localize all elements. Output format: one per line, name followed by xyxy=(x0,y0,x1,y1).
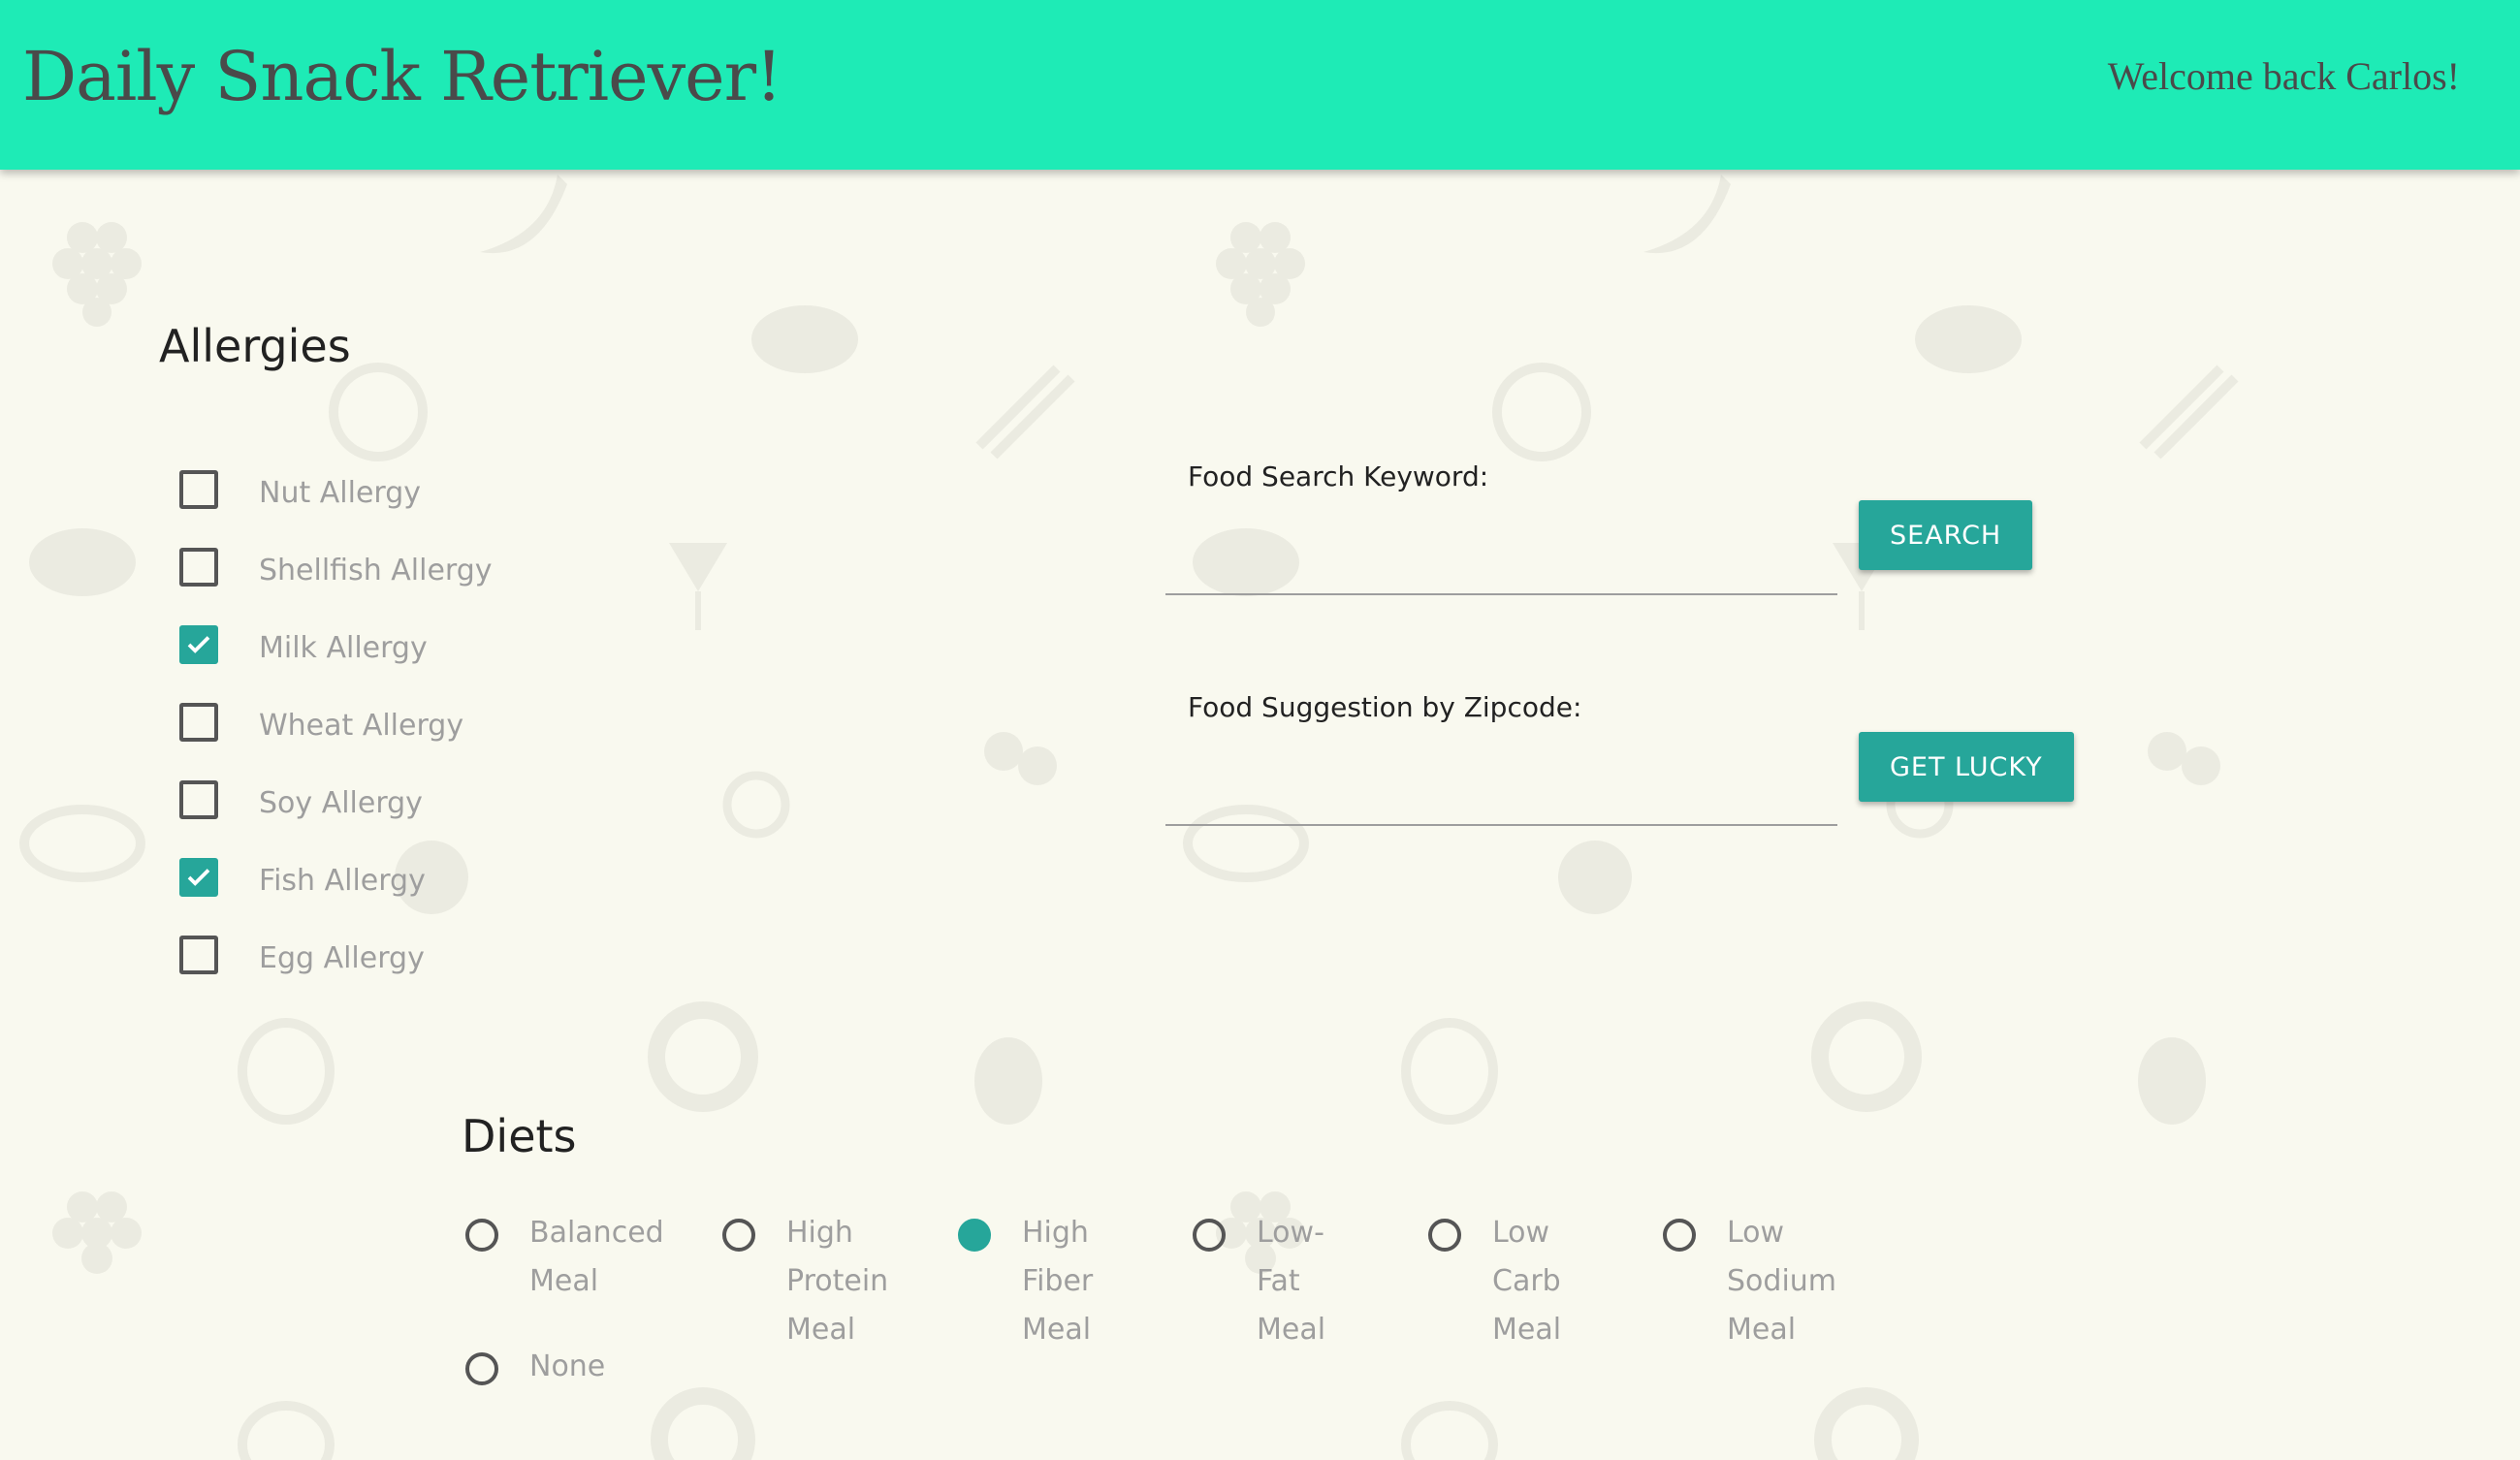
allergies-heading: Allergies xyxy=(159,320,351,372)
none-radio[interactable] xyxy=(465,1352,498,1385)
allergy-option-wheat[interactable]: Wheat Allergy xyxy=(179,686,493,764)
diet-option-none[interactable]: None xyxy=(465,1349,605,1391)
zipcode-label: Food Suggestion by Zipcode: xyxy=(1188,691,1582,723)
diet-option-high-protein[interactable]: High Protein Meal xyxy=(722,1216,888,1354)
diet-label: High Protein Meal xyxy=(786,1209,888,1354)
high-protein-meal-radio[interactable] xyxy=(722,1219,755,1252)
low-carb-meal-radio[interactable] xyxy=(1428,1219,1461,1252)
allergy-label: Wheat Allergy xyxy=(259,708,464,743)
low-sodium-meal-radio[interactable] xyxy=(1663,1219,1696,1252)
allergy-option-nut[interactable]: Nut Allergy xyxy=(179,454,493,531)
allergy-label: Shellfish Allergy xyxy=(259,553,493,587)
fish-allergy-checkbox[interactable] xyxy=(179,858,218,897)
allergy-label: Egg Allergy xyxy=(259,940,425,975)
diet-option-low-carb[interactable]: Low Carb Meal xyxy=(1428,1216,1561,1354)
diet-label: None xyxy=(529,1343,605,1391)
checkmark-icon xyxy=(187,869,210,886)
allergy-label: Nut Allergy xyxy=(259,475,422,510)
diet-label-line: Sodium xyxy=(1727,1264,1837,1298)
egg-allergy-checkbox[interactable] xyxy=(179,936,218,974)
app-header: Daily Snack Retriever! Welcome back Carl… xyxy=(0,0,2520,170)
high-fiber-meal-radio[interactable] xyxy=(958,1219,991,1252)
get-lucky-button[interactable]: GET LUCKY xyxy=(1859,732,2074,802)
diet-label-line: Meal xyxy=(1257,1313,1326,1347)
diet-option-high-fiber[interactable]: High Fiber Meal xyxy=(958,1216,1093,1354)
diet-label-line: High xyxy=(786,1216,853,1250)
checkmark-icon xyxy=(187,636,210,653)
allergy-option-soy[interactable]: Soy Allergy xyxy=(179,764,493,841)
shellfish-allergy-checkbox[interactable] xyxy=(179,548,218,587)
allergy-option-egg[interactable]: Egg Allergy xyxy=(179,919,493,997)
app-title: Daily Snack Retriever! xyxy=(22,37,782,116)
keyword-input[interactable] xyxy=(1165,531,1837,595)
diets-heading: Diets xyxy=(462,1110,577,1162)
milk-allergy-checkbox[interactable] xyxy=(179,625,218,664)
allergy-label: Soy Allergy xyxy=(259,785,423,820)
diet-option-low-sodium[interactable]: Low Sodium Meal xyxy=(1663,1216,1836,1354)
diet-label-line: Protein xyxy=(786,1264,889,1298)
diet-option-balanced[interactable]: Balanced Meal xyxy=(465,1216,664,1306)
diet-label-line: Fiber xyxy=(1022,1264,1094,1298)
balanced-meal-radio[interactable] xyxy=(465,1219,498,1252)
search-button[interactable]: SEARCH xyxy=(1859,500,2033,570)
allergy-option-fish[interactable]: Fish Allergy xyxy=(179,841,493,919)
diet-label-line: High xyxy=(1022,1216,1089,1250)
diet-label: High Fiber Meal xyxy=(1022,1209,1093,1354)
diet-option-low-fat[interactable]: Low-Fat Meal xyxy=(1193,1216,1325,1354)
keyword-search-field: Food Search Keyword: xyxy=(1165,460,1837,595)
diet-label-line: Meal xyxy=(1727,1313,1797,1347)
diet-label: Balanced Meal xyxy=(529,1209,664,1306)
diet-label: Low Carb Meal xyxy=(1492,1209,1561,1354)
low-fat-meal-radio[interactable] xyxy=(1193,1219,1226,1252)
allergy-label: Milk Allergy xyxy=(259,630,428,665)
diet-label-line: Meal xyxy=(1022,1313,1092,1347)
welcome-message: Welcome back Carlos! xyxy=(2107,54,2460,98)
diet-label-line: Balanced xyxy=(529,1216,664,1250)
allergy-label: Fish Allergy xyxy=(259,863,426,898)
main-content: Allergies Nut Allergy Shellfish Allergy … xyxy=(0,0,2520,1460)
soy-allergy-checkbox[interactable] xyxy=(179,780,218,819)
diet-label: Low-Fat Meal xyxy=(1257,1209,1325,1354)
nut-allergy-checkbox[interactable] xyxy=(179,470,218,509)
diet-label-line: Low xyxy=(1727,1216,1785,1250)
zipcode-input[interactable] xyxy=(1165,762,1837,826)
diet-label-line: Low Carb xyxy=(1492,1216,1561,1298)
diet-label: Low Sodium Meal xyxy=(1727,1209,1836,1354)
diet-label-line: Meal xyxy=(786,1313,856,1347)
zipcode-field: Food Suggestion by Zipcode: xyxy=(1165,691,1837,826)
diet-label-line: Low-Fat xyxy=(1257,1216,1324,1298)
keyword-label: Food Search Keyword: xyxy=(1188,460,1489,492)
allergy-checklist: Nut Allergy Shellfish Allergy Milk Aller… xyxy=(179,454,493,997)
diet-label-line: None xyxy=(529,1349,606,1383)
diet-label-line: Meal xyxy=(1492,1313,1562,1347)
diet-label-line: Meal xyxy=(529,1264,599,1298)
allergy-option-shellfish[interactable]: Shellfish Allergy xyxy=(179,531,493,609)
allergy-option-milk[interactable]: Milk Allergy xyxy=(179,609,493,686)
wheat-allergy-checkbox[interactable] xyxy=(179,703,218,742)
